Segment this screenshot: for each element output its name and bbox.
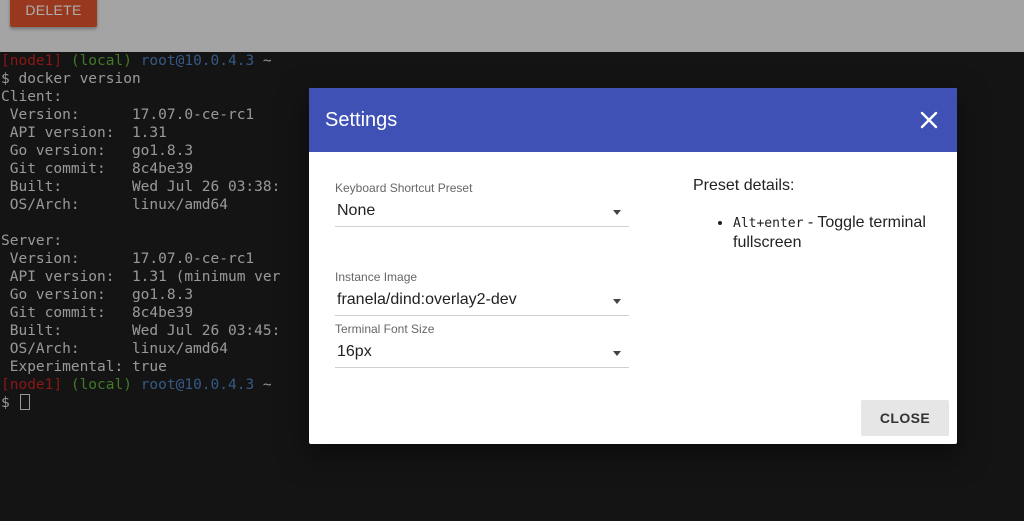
close-button[interactable]: CLOSE bbox=[861, 400, 949, 436]
terminal-font-size-field: Terminal Font Size 16px bbox=[335, 322, 629, 368]
select-value: franela/dind:overlay2-dev bbox=[337, 291, 517, 308]
keyboard-shortcut-preset-field: Keyboard Shortcut Preset None bbox=[335, 181, 629, 227]
keyboard-shortcut-preset-select[interactable]: None bbox=[335, 196, 629, 227]
instance-image-field: Instance Image franela/dind:overlay2-dev bbox=[335, 270, 629, 316]
chevron-down-icon bbox=[613, 351, 621, 356]
list-item: Alt+enter - Toggle terminal fullscreen bbox=[733, 213, 943, 252]
dialog-header: Settings bbox=[309, 88, 957, 152]
shortcut-key: Alt+enter bbox=[733, 216, 804, 231]
dialog-title: Settings bbox=[325, 109, 398, 131]
preset-details-title: Preset details: bbox=[693, 177, 795, 194]
select-value: 16px bbox=[337, 343, 372, 360]
field-label: Terminal Font Size bbox=[335, 322, 435, 336]
settings-dialog: Settings Keyboard Shortcut Preset None I… bbox=[309, 88, 957, 444]
select-value: None bbox=[337, 202, 376, 219]
field-label: Instance Image bbox=[335, 270, 418, 284]
preset-details: Preset details: Alt+enter - Toggle termi… bbox=[693, 177, 943, 252]
preset-details-list: Alt+enter - Toggle terminal fullscreen bbox=[693, 213, 943, 252]
field-label: Keyboard Shortcut Preset bbox=[335, 181, 473, 195]
chevron-down-icon bbox=[613, 210, 621, 215]
terminal-font-size-select[interactable]: 16px bbox=[335, 337, 629, 368]
chevron-down-icon bbox=[613, 299, 621, 304]
close-icon[interactable] bbox=[919, 110, 939, 130]
instance-image-select[interactable]: franela/dind:overlay2-dev bbox=[335, 285, 629, 316]
